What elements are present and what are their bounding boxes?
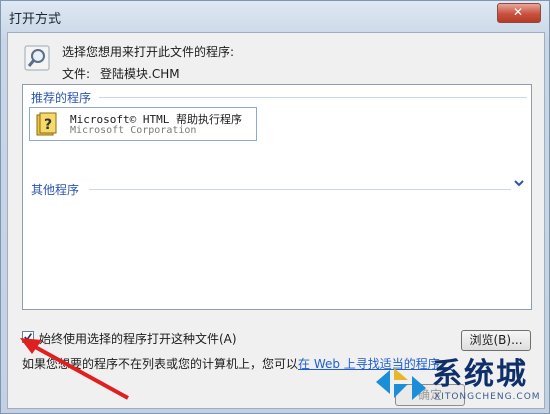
other-programs-title[interactable]: 其他程序 [31,181,79,198]
window-title: 打开方式 [9,12,62,27]
search-icon [24,45,50,71]
program-item-html-help[interactable]: ? Microsoft© HTML 帮助执行程序 Microsoft Corpo… [29,107,257,141]
check-icon [24,333,33,341]
program-company: Microsoft Corporation [70,125,197,136]
hint-message: 如果您想要的程序不在列表或您的计算机上，您可以 [22,357,299,371]
section-divider [89,189,511,190]
title-bar[interactable]: 打开方式 ✕ [1,1,549,31]
always-use-checkbox[interactable] [22,331,34,343]
browse-button[interactable]: 浏览(B)... [461,330,531,351]
svg-text:?: ? [44,117,52,133]
watermark-brand: 系统城 [432,357,528,392]
chevron-down-icon[interactable] [513,178,525,188]
always-use-label: 始终使用选择的程序打开这种文件(A) [39,332,237,346]
recommended-section-title: 推荐的程序 [31,91,92,105]
file-label: 文件: [62,67,91,81]
watermark-logo [376,368,426,400]
file-line: 文件: 登陆模块.CHM [62,65,180,82]
file-name: 登陆模块.CHM [100,67,180,81]
close-button[interactable]: ✕ [497,3,541,23]
watermark-url: XITONGCHENG.COM [434,392,541,402]
section-divider [99,97,527,98]
program-list[interactable]: 推荐的程序 ? Microsoft© HTML 帮助执行程序 Microsoft… [22,84,532,310]
prompt-text: 选择您想用来打开此文件的程序: [62,45,235,59]
help-program-icon: ? [36,112,57,136]
close-icon: ✕ [513,5,524,19]
